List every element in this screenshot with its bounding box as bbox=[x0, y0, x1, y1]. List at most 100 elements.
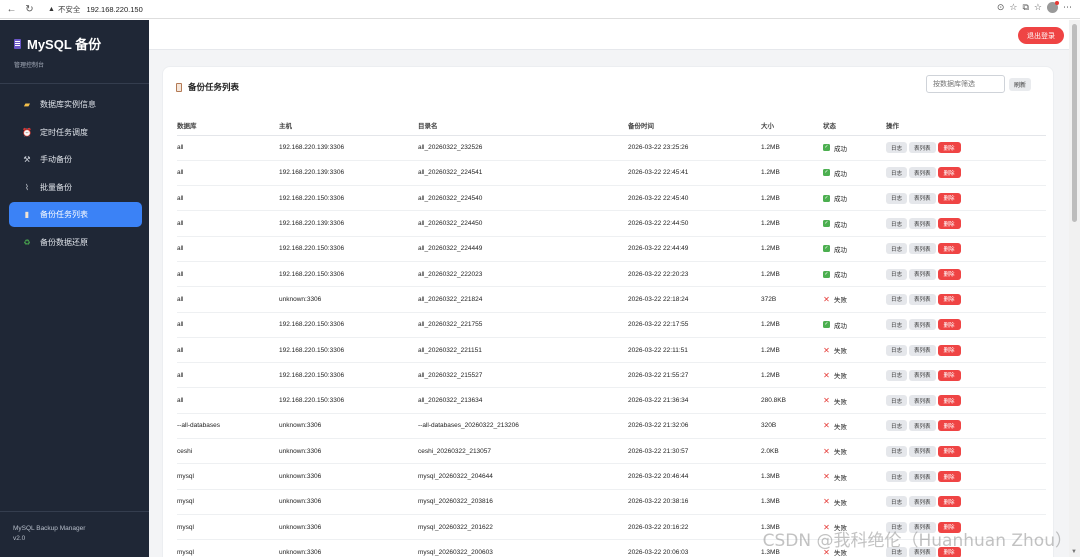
brand-title: MySQL 备份 bbox=[27, 37, 102, 52]
log-button[interactable]: 日志 bbox=[886, 268, 908, 280]
log-button[interactable]: 日志 bbox=[886, 218, 908, 230]
cell-size: 1.2MB bbox=[761, 160, 823, 187]
cell-backup-time: 2026-03-22 21:30:57 bbox=[628, 438, 761, 465]
sidebar-item-manual-backup[interactable]: ⚒ 手动备份 bbox=[9, 147, 142, 172]
browser-toolbar: ← ↻ ▲ 不安全 192.168.220.150 ⊙ ☆ ⧉ ☆ ⋯ bbox=[0, 0, 1080, 19]
cell-database: all bbox=[177, 312, 279, 338]
cell-size: 1.2MB bbox=[761, 312, 823, 338]
table-list-button[interactable]: 表列表 bbox=[909, 395, 936, 407]
table-row: all 192.168.220.150:3306 all_20260322_2155… bbox=[177, 362, 1046, 389]
clipboard-icon bbox=[176, 82, 182, 92]
star-icon[interactable]: ☆ bbox=[1009, 2, 1017, 13]
log-button[interactable]: 日志 bbox=[886, 344, 908, 356]
cell-size: 320B bbox=[761, 413, 823, 440]
favorites-icon[interactable]: ☆ bbox=[1034, 2, 1042, 13]
delete-button[interactable]: 删除 bbox=[937, 192, 961, 204]
insecure-label: 不安全 bbox=[57, 4, 81, 14]
header-host: 主机 bbox=[279, 115, 418, 136]
log-button[interactable]: 日志 bbox=[886, 471, 908, 482]
delete-button[interactable]: 删除 bbox=[937, 268, 961, 280]
log-button[interactable]: 日志 bbox=[886, 420, 908, 432]
sidebar-item-batch-backup[interactable]: ⌇ 批量备份 bbox=[9, 175, 142, 200]
table-list-button[interactable]: 表列表 bbox=[909, 218, 936, 230]
status-text: 成功 bbox=[834, 196, 847, 204]
delete-button[interactable]: 删除 bbox=[937, 496, 961, 508]
cell-backup-time: 2026-03-22 23:25:26 bbox=[628, 135, 761, 161]
delete-button[interactable]: 删除 bbox=[937, 369, 961, 381]
address-bar[interactable]: ▲ 不安全 192.168.220.150 bbox=[44, 2, 1006, 16]
delete-button[interactable]: 删除 bbox=[937, 142, 961, 154]
log-button[interactable]: 日志 bbox=[886, 395, 908, 407]
sidebar-item-instances[interactable]: ▰ 数据库实例信息 bbox=[9, 92, 142, 117]
split-icon[interactable]: ⧉ bbox=[1022, 2, 1028, 13]
table-list-button[interactable]: 表列表 bbox=[909, 319, 936, 331]
table-list-button[interactable]: 表列表 bbox=[909, 445, 936, 457]
cell-directory: mysql_20260322_201622 bbox=[418, 514, 628, 541]
cell-actions: 日志 表列表 删除 bbox=[886, 135, 1046, 161]
status-text: 失败 bbox=[834, 373, 847, 381]
delete-button[interactable]: 删除 bbox=[937, 395, 961, 407]
log-button[interactable]: 日志 bbox=[886, 369, 908, 381]
cell-backup-time: 2026-03-22 22:44:50 bbox=[628, 210, 761, 237]
logout-button[interactable]: 退出登录 bbox=[1018, 27, 1064, 44]
table-list-button[interactable]: 表列表 bbox=[909, 344, 936, 356]
delete-button[interactable]: 删除 bbox=[937, 344, 961, 356]
log-button[interactable]: 日志 bbox=[886, 243, 908, 255]
profile-avatar[interactable] bbox=[1047, 1, 1059, 13]
back-icon[interactable]: ← bbox=[5, 3, 18, 16]
table-list-button[interactable]: 表列表 bbox=[909, 369, 936, 381]
table-list-button[interactable]: 表列表 bbox=[909, 142, 936, 154]
status-text: 失败 bbox=[834, 499, 847, 507]
delete-button[interactable]: 删除 bbox=[937, 445, 961, 457]
cell-backup-time: 2026-03-22 20:38:16 bbox=[628, 489, 761, 515]
reader-icon[interactable]: ⊙ bbox=[997, 2, 1005, 13]
table-list-button[interactable]: 表列表 bbox=[909, 293, 936, 305]
cross-icon: ✕ bbox=[823, 370, 830, 380]
reload-icon[interactable]: ↻ bbox=[23, 3, 36, 16]
delete-button[interactable]: 删除 bbox=[937, 218, 961, 230]
table-list-button[interactable]: 表列表 bbox=[909, 192, 936, 204]
db-filter-input[interactable] bbox=[925, 75, 1005, 93]
recycle-icon: ♻ bbox=[23, 237, 31, 247]
cell-actions: 日志 表列表 删除 bbox=[886, 337, 1046, 364]
table-list-button[interactable]: 表列表 bbox=[909, 496, 936, 508]
table-list-button[interactable]: 表列表 bbox=[909, 471, 936, 482]
url-text: 192.168.220.150 bbox=[86, 4, 143, 14]
delete-button[interactable]: 删除 bbox=[937, 243, 961, 255]
cell-database: mysql bbox=[177, 463, 279, 490]
sidebar-item-restore[interactable]: ♻ 备份数据还原 bbox=[9, 230, 142, 255]
cell-directory: all_20260322_224450 bbox=[418, 210, 628, 237]
delete-button[interactable]: 删除 bbox=[937, 167, 961, 179]
delete-button[interactable]: 删除 bbox=[937, 471, 961, 482]
page-scrollbar[interactable]: ▼ bbox=[1069, 20, 1080, 557]
log-button[interactable]: 日志 bbox=[886, 445, 908, 457]
log-button[interactable]: 日志 bbox=[886, 192, 908, 204]
refresh-button[interactable]: 刷新 bbox=[1008, 77, 1031, 91]
table-list-button[interactable]: 表列表 bbox=[909, 243, 936, 255]
log-button[interactable]: 日志 bbox=[886, 142, 908, 154]
task-list-panel: 备份任务列表 刷新 数据库 主机 目录名 备份时间 大小 状态 操作 all19… bbox=[162, 66, 1054, 557]
brand-subtitle: 管理控制台 bbox=[14, 63, 45, 69]
delete-button[interactable]: 删除 bbox=[937, 319, 961, 331]
table-row: all 192.168.220.139:3306 all_20260322_2245… bbox=[177, 160, 1046, 187]
cell-directory: mysql_20260322_200603 bbox=[418, 539, 628, 557]
sidebar-item-task-list[interactable]: ▮ 备份任务列表 bbox=[9, 202, 142, 228]
cell-database: all bbox=[177, 286, 279, 313]
table-list-button[interactable]: 表列表 bbox=[909, 268, 936, 280]
scroll-thumb[interactable] bbox=[1072, 24, 1077, 222]
log-button[interactable]: 日志 bbox=[886, 496, 908, 508]
cell-directory: all_20260322_221824 bbox=[418, 286, 628, 313]
more-icon[interactable]: ⋯ bbox=[1063, 2, 1072, 13]
table-list-button[interactable]: 表列表 bbox=[909, 167, 936, 179]
table-row: mysql unknown:3306 mysql_20260322_204644 20… bbox=[177, 463, 1046, 490]
cell-size: 1.3MB bbox=[761, 463, 823, 490]
log-button[interactable]: 日志 bbox=[886, 293, 908, 305]
sidebar-item-schedule[interactable]: ⏰ 定时任务调度 bbox=[9, 120, 142, 145]
header-size: 大小 bbox=[761, 115, 823, 136]
log-button[interactable]: 日志 bbox=[886, 319, 908, 331]
clipboard-icon: ▮ bbox=[24, 210, 30, 220]
delete-button[interactable]: 删除 bbox=[937, 420, 961, 432]
table-list-button[interactable]: 表列表 bbox=[909, 420, 936, 432]
delete-button[interactable]: 删除 bbox=[937, 293, 961, 305]
log-button[interactable]: 日志 bbox=[886, 167, 908, 179]
